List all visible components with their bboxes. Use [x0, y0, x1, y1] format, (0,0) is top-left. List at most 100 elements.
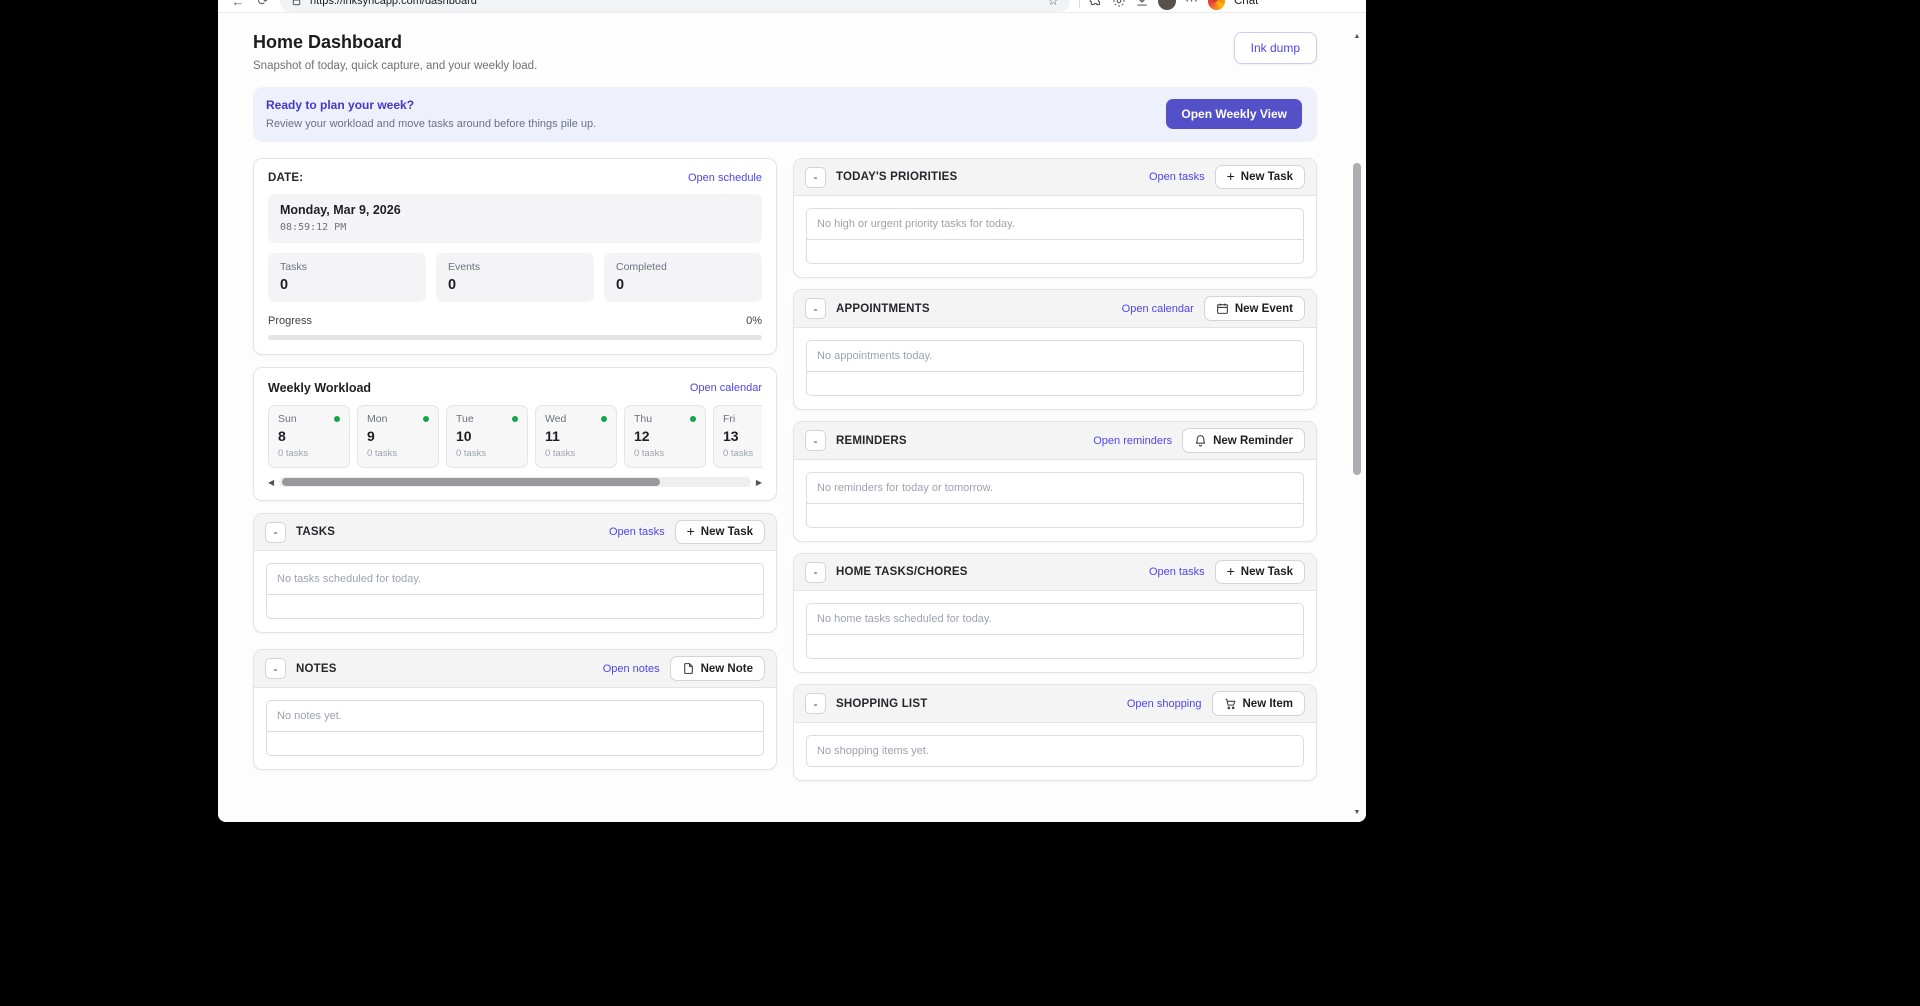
day-number: 8: [278, 428, 340, 444]
day-name: Mon: [367, 413, 387, 425]
lock-icon: [291, 0, 302, 7]
scroll-right-icon[interactable]: ▶: [756, 478, 762, 487]
banner-subtitle: Review your workload and move tasks arou…: [266, 118, 596, 130]
day-number: 11: [545, 428, 607, 444]
browser-menu-icon[interactable]: ⋯: [1185, 0, 1199, 9]
browser-window: ← ⟳ https://inksyncapp.com/dashboard ☆: [218, 0, 1366, 822]
back-icon[interactable]: ←: [230, 0, 246, 9]
dashboard-page: Home Dashboard Snapshot of today, quick …: [218, 13, 1366, 822]
widget-title: HOME TASKS/CHORES: [836, 566, 1149, 578]
activity-dot: [512, 416, 518, 422]
collapse-button[interactable]: -: [265, 658, 286, 679]
day-number: 10: [456, 428, 518, 444]
current-date-box: Monday, Mar 9, 2026 08:59:12 PM: [268, 194, 762, 243]
weekly-horizontal-scrollbar: ◀ ▶: [268, 477, 762, 487]
stat-tasks: Tasks 0: [268, 253, 426, 302]
day-task-count: 0 tasks: [367, 448, 429, 459]
weekly-plan-banner: Ready to plan your week? Review your wor…: [253, 87, 1317, 142]
open-schedule-link[interactable]: Open schedule: [688, 172, 762, 184]
new-task-button[interactable]: + New Task: [1215, 165, 1305, 189]
cart-icon: [1224, 697, 1237, 710]
open-weekly-view-button[interactable]: Open Weekly View: [1166, 99, 1302, 129]
collapse-button[interactable]: -: [805, 167, 826, 188]
notes-widget-header: - NOTES Open notes New Note: [254, 650, 776, 688]
open-shopping-link[interactable]: Open shopping: [1127, 698, 1202, 710]
open-calendar-link[interactable]: Open calendar: [1122, 303, 1194, 315]
address-bar[interactable]: https://inksyncapp.com/dashboard ☆: [280, 0, 1070, 12]
collapse-button[interactable]: -: [805, 430, 826, 451]
open-tasks-link[interactable]: Open tasks: [1149, 171, 1205, 183]
note-icon: [682, 662, 695, 675]
widget-title: TASKS: [296, 526, 609, 538]
new-note-button[interactable]: New Note: [670, 656, 765, 681]
day-task-count: 0 tasks: [723, 448, 762, 459]
home-tasks-widget: - HOME TASKS/CHORES Open tasks + New Tas…: [793, 553, 1317, 673]
bookmark-star-icon[interactable]: ☆: [1047, 0, 1059, 9]
hscroll-thumb[interactable]: [282, 478, 659, 486]
collapse-button[interactable]: -: [265, 522, 286, 543]
vscroll-thumb[interactable]: [1353, 163, 1361, 475]
day-cell-thu[interactable]: Thu 12 0 tasks: [624, 405, 706, 468]
chat-app-icon[interactable]: [1208, 0, 1225, 10]
scroll-left-icon[interactable]: ◀: [268, 478, 274, 487]
ink-dump-button[interactable]: Ink dump: [1234, 32, 1317, 64]
scroll-up-icon[interactable]: ▲: [1350, 33, 1364, 40]
button-label: New Task: [1241, 171, 1293, 183]
open-tasks-link[interactable]: Open tasks: [609, 526, 665, 538]
empty-row: [806, 504, 1304, 528]
collapse-button[interactable]: -: [805, 298, 826, 319]
day-name: Tue: [456, 413, 474, 425]
collapse-button[interactable]: -: [805, 562, 826, 583]
stat-label: Completed: [616, 261, 750, 273]
stat-value: 0: [616, 277, 750, 293]
button-label: New Note: [701, 663, 753, 675]
new-item-button[interactable]: New Item: [1212, 691, 1306, 716]
current-time: 08:59:12 PM: [280, 222, 750, 233]
new-task-button[interactable]: + New Task: [1215, 560, 1305, 584]
extensions-icon[interactable]: [1089, 0, 1103, 8]
new-task-button[interactable]: + New Task: [675, 520, 765, 544]
settings-icon[interactable]: [1112, 0, 1126, 8]
open-tasks-link[interactable]: Open tasks: [1149, 566, 1205, 578]
widget-title: APPOINTMENTS: [836, 303, 1122, 315]
new-reminder-button[interactable]: New Reminder: [1182, 428, 1305, 453]
open-notes-link[interactable]: Open notes: [603, 663, 660, 675]
notes-widget: - NOTES Open notes New Note: [253, 649, 777, 770]
scroll-down-icon[interactable]: ▼: [1350, 809, 1364, 816]
day-task-count: 0 tasks: [278, 448, 340, 459]
day-cell-tue[interactable]: Tue 10 0 tasks: [446, 405, 528, 468]
activity-dot: [334, 416, 340, 422]
new-event-button[interactable]: New Event: [1204, 296, 1305, 321]
plus-icon: +: [1227, 566, 1235, 577]
reload-icon[interactable]: ⟳: [255, 0, 271, 9]
open-reminders-link[interactable]: Open reminders: [1093, 435, 1172, 447]
calendar-icon: [1216, 302, 1229, 315]
widget-title: REMINDERS: [836, 435, 1093, 447]
activity-dot: [690, 416, 696, 422]
day-cell-sun[interactable]: Sun 8 0 tasks: [268, 405, 350, 468]
day-number: 9: [367, 428, 429, 444]
collapse-button[interactable]: -: [805, 693, 826, 714]
open-calendar-link[interactable]: Open calendar: [690, 382, 762, 394]
home-tasks-widget-header: - HOME TASKS/CHORES Open tasks + New Tas…: [794, 554, 1316, 591]
appointments-widget: - APPOINTMENTS Open calendar New Event: [793, 289, 1317, 410]
day-cell-fri[interactable]: Fri 13 0 tasks: [713, 405, 762, 468]
day-cell-wed[interactable]: Wed 11 0 tasks: [535, 405, 617, 468]
empty-row: [266, 732, 764, 756]
hscroll-track[interactable]: [279, 477, 751, 487]
day-cell-mon[interactable]: Mon 9 0 tasks: [357, 405, 439, 468]
button-label: New Task: [1241, 566, 1293, 578]
activity-dot: [601, 416, 607, 422]
widget-title: TODAY'S PRIORITIES: [836, 171, 1149, 183]
current-date: Monday, Mar 9, 2026: [280, 203, 750, 217]
day-number: 13: [723, 428, 762, 444]
weekly-workload-title: Weekly Workload: [268, 381, 371, 395]
vertical-scrollbar[interactable]: ▲ ▼: [1350, 27, 1364, 822]
tasks-widget-header: - TASKS Open tasks + New Task: [254, 514, 776, 551]
widget-title: SHOPPING LIST: [836, 698, 1127, 710]
profile-avatar[interactable]: [1158, 0, 1176, 10]
weekly-days-strip: Sun 8 0 tasks Mon 9 0 tasks Tue: [268, 405, 762, 468]
plus-icon: +: [1227, 171, 1235, 182]
stat-completed: Completed 0: [604, 253, 762, 302]
downloads-icon[interactable]: [1135, 0, 1149, 8]
